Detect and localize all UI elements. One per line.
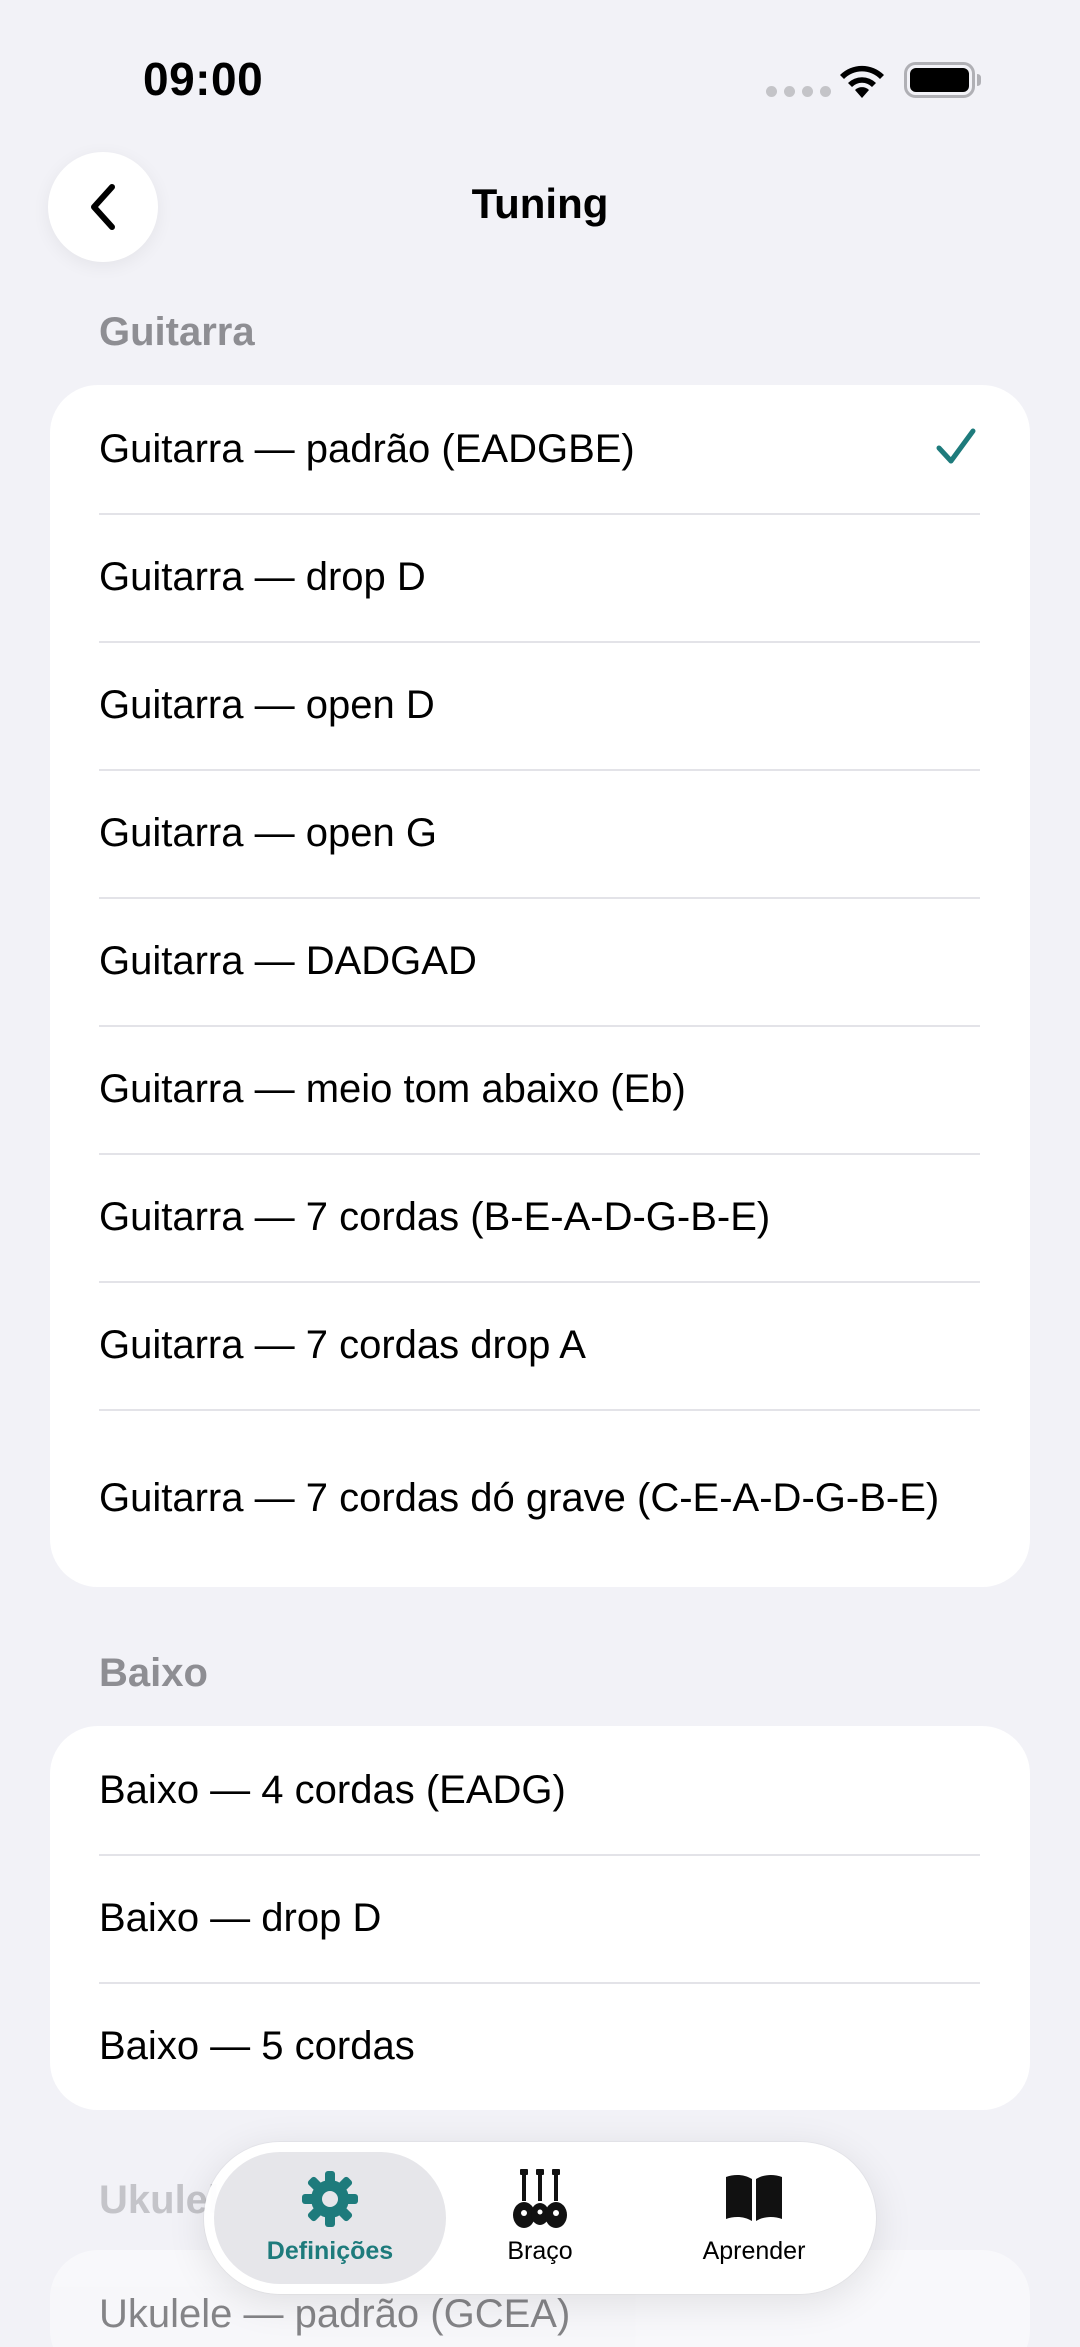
section-header-baixo: Baixo: [99, 1651, 208, 1695]
battery-icon: [904, 62, 981, 98]
tab-bar: Definições Braço Aprender: [204, 2142, 876, 2294]
page-title: Tuning: [471, 180, 609, 227]
tuning-option-label: Guitarra — 7 cordas dó grave (C-E-A-D-G-…: [99, 1476, 940, 1520]
tuning-option[interactable]: Guitarra — meio tom abaixo (Eb): [50, 1025, 1030, 1153]
status-time: 09:00: [143, 53, 264, 105]
tuning-option[interactable]: Baixo — drop D: [50, 1854, 1030, 1982]
tuning-option[interactable]: Baixo — 4 cordas (EADG): [50, 1726, 1030, 1854]
tab-braco[interactable]: Braço: [436, 2152, 644, 2284]
tuning-option-label: Guitarra — padrão (EADGBE): [99, 427, 635, 471]
tuning-option-label: Guitarra — meio tom abaixo (Eb): [99, 1067, 686, 1111]
tuning-option-label: Ukulele — padrão (GCEA): [99, 2292, 571, 2336]
tab-definicoes[interactable]: Definições: [214, 2152, 446, 2284]
tuning-option[interactable]: Baixo — 5 cordas: [50, 1982, 1030, 2110]
tuning-option[interactable]: Guitarra — 7 cordas dó grave (C-E-A-D-G-…: [50, 1409, 1030, 1587]
tuning-option-label: Guitarra — open G: [99, 811, 437, 855]
tuning-group-guitarra: Guitarra — padrão (EADGBE) Guitarra — dr…: [50, 385, 1030, 1587]
tuning-group-baixo: Baixo — 4 cordas (EADG) Baixo — drop D B…: [50, 1726, 1030, 2110]
tuning-screen: 09:00 Tuning Guitarra Guitarra — padrão …: [0, 0, 1080, 2347]
tuning-option-label: Baixo — drop D: [99, 1896, 382, 1940]
tuning-option-label: Guitarra — 7 cordas drop A: [99, 1323, 586, 1367]
tuning-option-label: Guitarra — drop D: [99, 555, 426, 599]
tuning-option-label: Guitarra — open D: [99, 683, 435, 727]
gear-icon: [302, 2171, 358, 2227]
tuning-option[interactable]: Guitarra — open G: [50, 769, 1030, 897]
cellular-signal-icon: [766, 86, 831, 97]
tuning-option-label: Guitarra — 7 cordas (B-E-A-D-G-B-E): [99, 1195, 771, 1239]
tab-aprender[interactable]: Aprender: [644, 2152, 864, 2284]
tuning-option[interactable]: Guitarra — padrão (EADGBE): [50, 385, 1030, 513]
checkmark-icon: [936, 428, 976, 464]
tuning-option-label: Baixo — 4 cordas (EADG): [99, 1768, 566, 1812]
tuning-option-label: Guitarra — DADGAD: [99, 939, 477, 983]
tuning-option-label: Baixo — 5 cordas: [99, 2024, 415, 2068]
status-bar: 09:00: [0, 0, 1080, 130]
tab-label: Definições: [266, 2237, 394, 2265]
book-icon: [726, 2174, 782, 2221]
section-header-guitarra: Guitarra: [99, 310, 255, 354]
tuning-option[interactable]: Guitarra — drop D: [50, 513, 1030, 641]
tuning-option[interactable]: Guitarra — open D: [50, 641, 1030, 769]
tab-label: Braço: [507, 2237, 573, 2265]
tuning-option[interactable]: Guitarra — 7 cordas drop A: [50, 1281, 1030, 1409]
instruments-icon: [513, 2169, 567, 2228]
tuning-option[interactable]: Guitarra — DADGAD: [50, 897, 1030, 1025]
tab-label: Aprender: [702, 2237, 806, 2265]
tuning-option[interactable]: Guitarra — 7 cordas (B-E-A-D-G-B-E): [50, 1153, 1030, 1281]
wifi-icon: [840, 65, 884, 98]
